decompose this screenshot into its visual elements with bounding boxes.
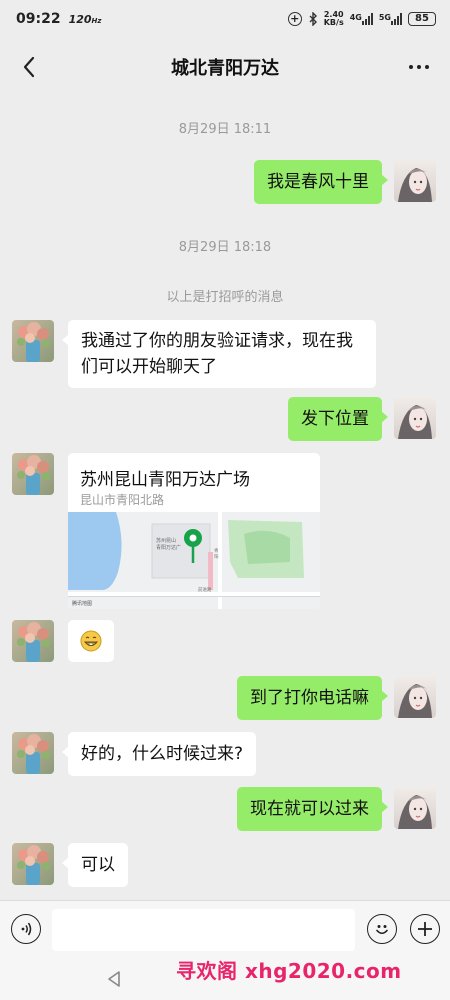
avatar[interactable] [12,453,54,495]
avatar[interactable] [394,397,436,439]
location-address: 昆山市青阳北路 [80,493,165,507]
incoming-message[interactable] [68,620,114,662]
contact-avatar-image [12,732,54,774]
watermark: 寻欢阁 xhg2020.com [176,959,402,983]
contact-avatar-image [12,320,54,362]
self-avatar-image [394,397,436,439]
self-avatar-image [394,160,436,202]
outgoing-message[interactable]: 到了打你电话嘛 [237,676,388,720]
map-poi-label: 青阳万达广 [156,544,181,551]
map-poi-label: 苏州昆山 [156,537,176,544]
emoji-button[interactable] [367,914,397,944]
chevron-left-icon [23,56,35,78]
message-line: 们可以开始聊天了 [81,357,217,377]
nav-back-button[interactable] [106,970,122,992]
triangle-back-icon [108,971,120,987]
avatar[interactable] [12,620,54,662]
map-road-label: 阳 [214,553,219,560]
message-timestamp: 8月29日 18:11 [178,122,272,137]
refresh-rate-unit: Hz [91,16,102,25]
outgoing-message[interactable]: 我是春风十里 [254,160,388,204]
map-road-label: 青 [214,547,219,554]
back-button[interactable] [14,52,44,82]
avatar[interactable] [394,160,436,202]
chat-header: 城北青阳万达 [0,38,450,96]
battery-icon: 85 [408,12,436,26]
map-road-label: 前进路 [198,586,212,593]
status-time: 09:22 [16,11,61,27]
speed-unit: KB/s [323,18,344,27]
grin-emoji-icon [80,630,102,652]
status-right: + 2.40 KB/s 4G 5G 85 [287,11,436,27]
emoji-icon [376,925,388,935]
map-provider-label: 腾讯地图 [72,600,92,607]
more-dots-icon [409,65,413,69]
contact-avatar-image [12,843,54,885]
contact-avatar-image [12,453,54,495]
input-bar [0,900,450,958]
location-card[interactable]: 苏州昆山青阳万达广场 昆山市青阳北路 苏州昆山 青阳万达广 青 阳 前进路 腾讯… [68,453,320,609]
more-dots-icon [425,65,429,69]
add-button[interactable] [410,914,440,944]
location-name: 苏州昆山青阳万达广场 [80,470,250,490]
avatar[interactable] [394,787,436,829]
avatar[interactable] [12,320,54,362]
outgoing-message[interactable]: 发下位置 [288,397,388,441]
signal-icon: 4G [350,13,373,25]
incoming-message[interactable]: 我通过了你的朋友验证请求，现在我 们可以开始聊天了 [62,320,376,388]
voice-button[interactable] [11,914,41,944]
alarm-plus-icon: + [287,12,302,26]
voice-icon [21,922,32,936]
message-timestamp: 8月29日 18:18 [178,240,272,255]
page-title: 城北青阳万达 [171,58,279,79]
incoming-message[interactable]: 好的，什么时候过来? [61,732,257,776]
message-line: 我通过了你的朋友验证请求，现在我 [81,331,353,351]
refresh-rate: 120Hz [69,13,102,26]
bluetooth-icon [308,12,318,26]
self-avatar-image [394,787,436,829]
avatar[interactable] [394,676,436,718]
outgoing-message[interactable]: 现在就可以过来 [237,787,388,831]
system-notice: 以上是打招呼的消息 [166,290,284,305]
incoming-message[interactable]: 可以 [62,843,128,887]
network-speed: 2.40 KB/s [324,11,344,27]
avatar[interactable] [12,843,54,885]
contact-avatar-image [12,620,54,662]
status-bar: 09:22 120Hz + 2.40 KB/s 4G 5G 85 [0,0,450,38]
location-map: 苏州昆山 青阳万达广 青 阳 前进路 腾讯地图 [68,512,320,609]
network-type-2: 5G [378,13,391,22]
more-dots-icon [417,65,421,69]
refresh-rate-value: 120 [68,12,92,26]
avatar[interactable] [12,732,54,774]
self-avatar-image [394,676,436,718]
more-button[interactable] [404,52,434,82]
message-input[interactable] [52,909,355,951]
network-type-1: 4G [349,13,362,22]
signal-icon: 5G [379,13,402,25]
plus-icon [418,922,432,936]
status-left: 09:22 120Hz [16,11,101,27]
